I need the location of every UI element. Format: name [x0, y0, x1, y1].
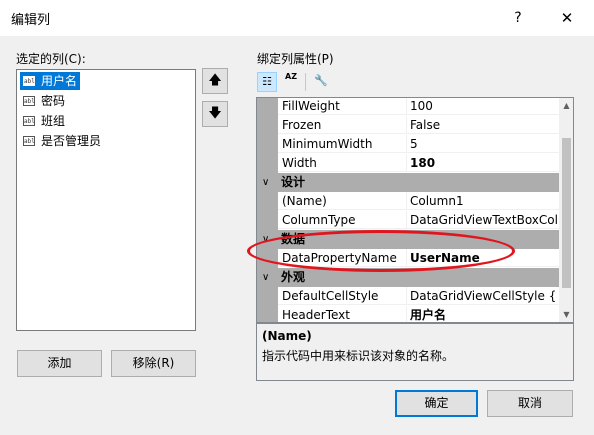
row-gutter — [257, 116, 278, 135]
property-name: Width — [278, 154, 407, 172]
column-list-item-label: 班组 — [41, 114, 66, 128]
textbox-column-icon: abl — [23, 136, 35, 146]
row-gutter — [257, 287, 278, 306]
help-button[interactable]: ? — [503, 3, 533, 33]
property-row[interactable]: FillWeight 100 — [257, 98, 559, 116]
chevron-down-icon[interactable]: ∨ — [262, 173, 269, 192]
property-pages-button[interactable]: 🔧 — [311, 72, 331, 92]
scroll-down-arrow-icon[interactable]: ▼ — [559, 307, 573, 322]
column-list-item[interactable]: abl 是否管理员 — [20, 132, 104, 150]
description-text: 指示代码中用来标识该对象的名称。 — [262, 349, 455, 363]
property-row[interactable]: ColumnTypeDataGridViewTextBoxColumn — [257, 211, 559, 230]
ok-button[interactable]: 确定 — [395, 390, 478, 417]
column-list-item-label: 是否管理员 — [41, 134, 102, 148]
row-gutter — [257, 306, 278, 322]
move-up-button[interactable]: 🡅 — [202, 68, 228, 94]
column-list-item-label: 用户名 — [41, 74, 78, 88]
property-row[interactable]: MinimumWidth 5 — [257, 135, 559, 154]
property-row[interactable]: (Name) Column1 — [257, 192, 559, 211]
property-value[interactable]: 180 — [407, 154, 559, 172]
property-name: Frozen — [278, 116, 407, 134]
property-value[interactable]: 5 — [407, 135, 559, 153]
bound-column-properties-label: 绑定列属性(P) — [257, 52, 334, 66]
categorized-icon: ☷ — [262, 75, 272, 88]
cancel-button[interactable]: 取消 — [487, 390, 573, 417]
selected-columns-list[interactable]: abl 用户名 abl 密码 abl 班组 abl 是否管理员 — [16, 69, 196, 331]
arrow-up-icon: 🡅 — [208, 73, 222, 88]
window-title: 编辑列 — [11, 13, 51, 28]
column-list-item[interactable]: abl 密码 — [20, 92, 68, 110]
property-value[interactable]: False — [407, 116, 559, 134]
grid-vertical-scrollbar[interactable]: ▲ ▼ — [559, 98, 573, 322]
property-value[interactable]: DataGridViewTextBoxColumn — [407, 211, 559, 229]
property-category-row[interactable]: ∨ 设计 — [257, 173, 559, 192]
property-value[interactable]: DataGridViewCellStyle { } — [407, 287, 559, 305]
column-list-item-label: 密码 — [41, 94, 66, 108]
toolbar-separator — [305, 73, 306, 91]
remove-button[interactable]: 移除(R) — [111, 350, 196, 377]
row-gutter — [257, 98, 278, 116]
description-title: (Name) — [262, 329, 312, 343]
textbox-column-icon: abl — [23, 116, 35, 126]
alphabetical-button[interactable]: AZ — [281, 72, 301, 92]
textbox-column-icon: abl — [23, 96, 35, 106]
property-name: ColumnType — [278, 211, 407, 229]
alphabetical-sort-icon: AZ — [285, 72, 297, 81]
textbox-column-icon: abl — [23, 76, 35, 86]
selected-columns-label: 选定的列(C): — [16, 52, 86, 66]
row-gutter — [257, 211, 278, 230]
property-name: FillWeight — [278, 98, 407, 115]
property-description-panel: (Name) 指示代码中用来标识该对象的名称。 — [256, 323, 574, 381]
property-row[interactable]: Frozen False — [257, 116, 559, 135]
categorized-button[interactable]: ☷ — [257, 72, 277, 92]
property-name: (Name) — [278, 192, 407, 210]
property-grid[interactable]: HeaderText 用户名 DefaultCellStyle DataGridVie… — [256, 97, 574, 323]
property-name: HeaderText — [278, 306, 407, 322]
property-value[interactable]: Column1 — [407, 192, 559, 210]
scrollbar-thumb[interactable] — [562, 138, 571, 288]
category-label: 外观 — [281, 270, 306, 284]
property-row[interactable]: DefaultCellStyle DataGridViewCellStyle { … — [257, 287, 559, 306]
highlight-annotation — [247, 230, 515, 272]
chevron-down-icon[interactable]: ∨ — [262, 268, 269, 287]
close-button[interactable]: ✕ — [550, 3, 584, 33]
column-list-item[interactable]: abl 用户名 — [20, 72, 81, 90]
row-gutter — [257, 154, 278, 173]
add-button[interactable]: 添加 — [17, 350, 102, 377]
category-label: 设计 — [281, 175, 306, 189]
row-gutter — [257, 135, 278, 154]
scroll-up-arrow-icon[interactable]: ▲ — [559, 98, 573, 113]
property-name: MinimumWidth — [278, 135, 407, 153]
property-value[interactable]: 100 — [407, 98, 559, 115]
move-down-button[interactable]: 🡇 — [202, 101, 228, 127]
property-name: DefaultCellStyle — [278, 287, 407, 305]
arrow-down-icon: 🡇 — [208, 106, 222, 121]
property-value[interactable]: 用户名 — [407, 306, 559, 322]
property-row[interactable]: HeaderText 用户名 — [257, 306, 559, 322]
row-gutter — [257, 192, 278, 211]
wrench-icon: 🔧 — [314, 74, 328, 87]
property-row[interactable]: Width 180 — [257, 154, 559, 173]
column-list-item[interactable]: abl 班组 — [20, 112, 68, 130]
